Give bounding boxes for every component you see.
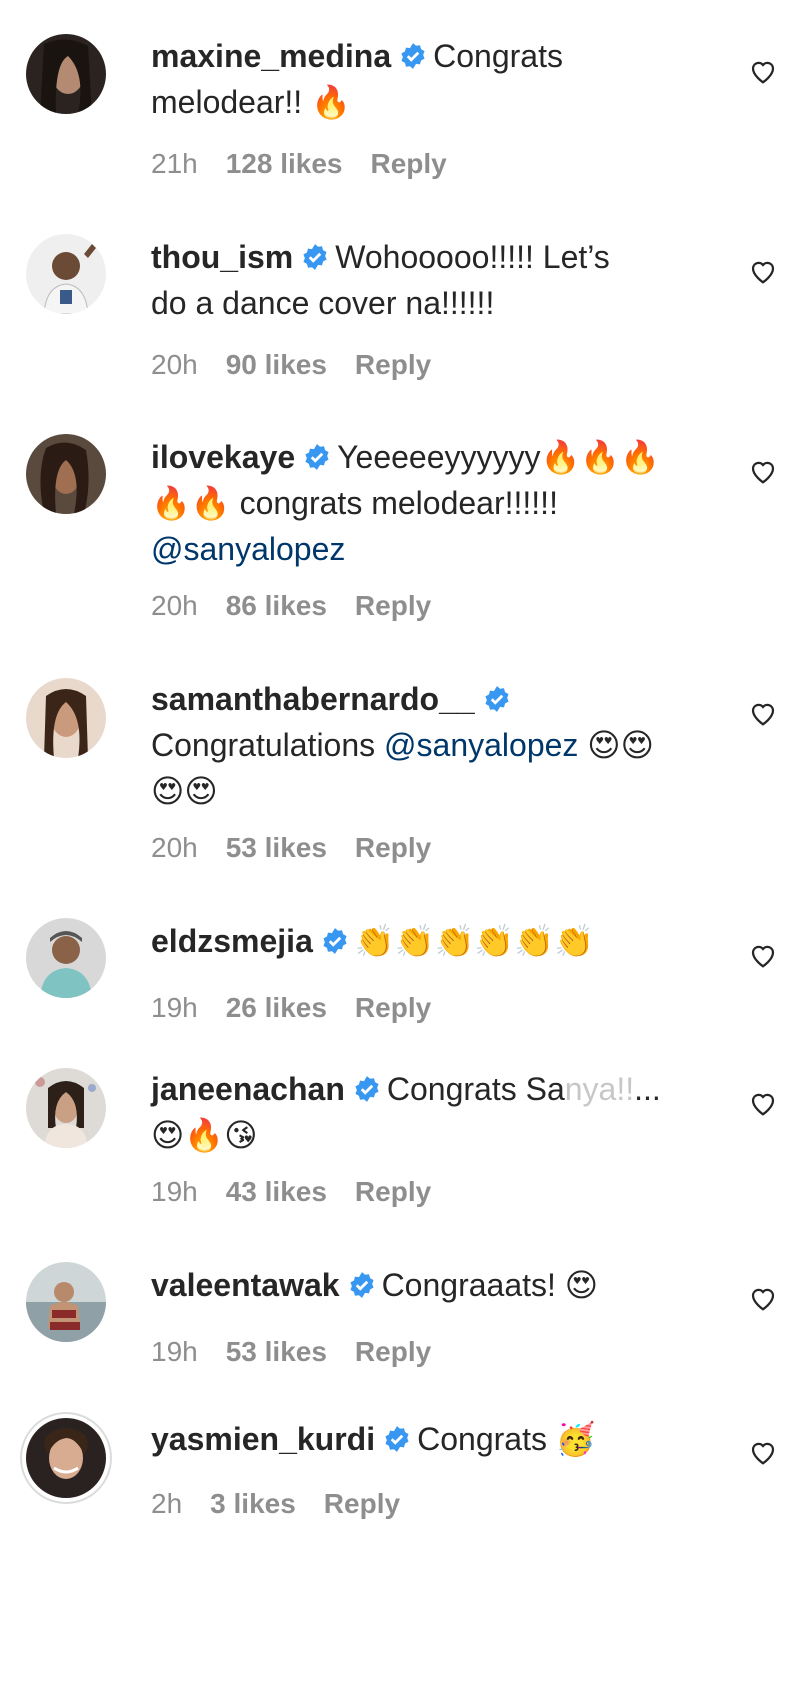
username[interactable]: maxine_medina <box>151 38 391 74</box>
comment-text: do a dance cover na!!!!!! <box>151 285 495 321</box>
heart-icon[interactable] <box>748 1437 778 1467</box>
avatar[interactable] <box>26 1262 106 1342</box>
timestamp: 20h <box>151 590 198 621</box>
heart-icon[interactable] <box>748 698 778 728</box>
verified-badge-icon <box>301 243 329 271</box>
comment-text: Wohooooo!!!!! Let’s <box>335 239 610 275</box>
verified-badge-icon <box>383 1425 411 1453</box>
comment-text: Congratulations <box>151 727 376 763</box>
comment-text: 😍😍 <box>151 773 218 809</box>
more-ellipsis[interactable]: ... <box>634 1071 661 1107</box>
comment-text: 🔥🔥 congrats melodear!!!!!! <box>151 485 558 521</box>
timestamp: 2h <box>151 1488 183 1519</box>
reply-button[interactable]: Reply <box>355 832 431 863</box>
username[interactable]: ilovekaye <box>151 439 295 475</box>
reply-button[interactable]: Reply <box>324 1488 400 1519</box>
username[interactable]: samanthabernardo__ <box>151 681 475 717</box>
mention-link[interactable]: @sanyalopez <box>384 727 578 763</box>
avatar[interactable] <box>26 1068 106 1148</box>
likes-count[interactable]: 3 likes <box>210 1488 296 1519</box>
heart-icon[interactable] <box>748 256 778 286</box>
avatar[interactable] <box>26 34 106 114</box>
comment-text: 👏👏👏👏👏👏 <box>354 923 594 959</box>
likes-count[interactable]: 128 likes <box>226 148 343 179</box>
verified-badge-icon <box>483 685 511 713</box>
avatar[interactable] <box>26 678 106 758</box>
username[interactable]: eldzsmejia <box>151 923 313 959</box>
likes-count[interactable]: 53 likes <box>226 832 327 863</box>
verified-badge-icon <box>321 927 349 955</box>
truncated-text: nya!! <box>564 1071 635 1107</box>
comment-text: Congrats Sa <box>386 1071 565 1107</box>
username[interactable]: yasmien_kurdi <box>151 1421 375 1457</box>
comment-text: 😍🔥😘 <box>151 1117 258 1153</box>
heart-icon[interactable] <box>748 1283 778 1313</box>
comment-text: Congrats <box>433 38 563 74</box>
comment-emoji: 😍😍 <box>587 727 655 763</box>
reply-button[interactable]: Reply <box>371 148 447 179</box>
mention-link[interactable]: @sanyalopez <box>151 531 345 567</box>
username[interactable]: thou_ism <box>151 239 293 275</box>
comment-text: Congraaats! 😍 <box>381 1267 599 1303</box>
avatar[interactable] <box>26 434 106 514</box>
reply-button[interactable]: Reply <box>355 1176 431 1207</box>
comment-text: Congrats 🥳 <box>417 1421 596 1457</box>
username[interactable]: valeentawak <box>151 1267 340 1303</box>
timestamp: 20h <box>151 349 198 380</box>
likes-count[interactable]: 90 likes <box>226 349 327 380</box>
timestamp: 21h <box>151 148 198 179</box>
timestamp: 19h <box>151 1336 198 1367</box>
comment-text: Yeeeeeyyyyyy🔥🔥🔥 <box>337 439 661 475</box>
heart-icon[interactable] <box>748 56 778 86</box>
likes-count[interactable]: 53 likes <box>226 1336 327 1367</box>
verified-badge-icon <box>353 1075 381 1103</box>
timestamp: 19h <box>151 1176 198 1207</box>
avatar[interactable] <box>26 234 106 314</box>
timestamp: 20h <box>151 832 198 863</box>
verified-badge-icon <box>399 42 427 70</box>
likes-count[interactable]: 86 likes <box>226 590 327 621</box>
comment-text: melodear!! 🔥 <box>151 84 351 120</box>
verified-badge-icon <box>348 1271 376 1299</box>
username[interactable]: janeenachan <box>151 1071 345 1107</box>
heart-icon[interactable] <box>748 1088 778 1118</box>
avatar[interactable] <box>26 1418 106 1498</box>
heart-icon[interactable] <box>748 940 778 970</box>
likes-count[interactable]: 43 likes <box>226 1176 327 1207</box>
heart-icon[interactable] <box>748 456 778 486</box>
avatar[interactable] <box>26 918 106 998</box>
verified-badge-icon <box>303 443 331 471</box>
reply-button[interactable]: Reply <box>355 992 431 1023</box>
likes-count[interactable]: 26 likes <box>226 992 327 1023</box>
timestamp: 19h <box>151 992 198 1023</box>
reply-button[interactable]: Reply <box>355 590 431 621</box>
reply-button[interactable]: Reply <box>355 1336 431 1367</box>
reply-button[interactable]: Reply <box>355 349 431 380</box>
